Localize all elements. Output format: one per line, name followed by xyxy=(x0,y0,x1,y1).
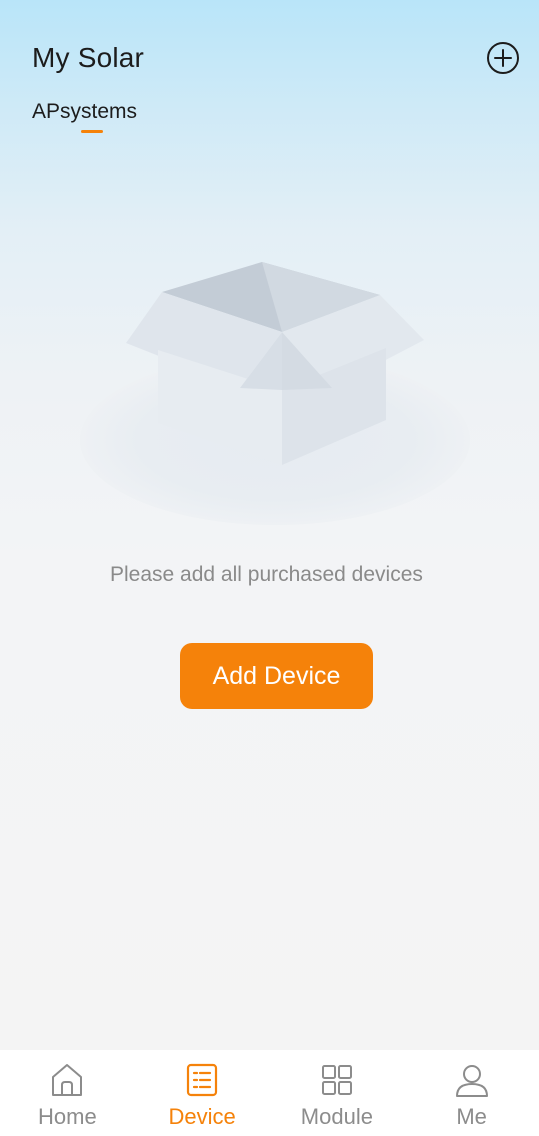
active-tab-indicator xyxy=(81,130,103,133)
nav-item-module[interactable]: Module xyxy=(270,1050,405,1136)
module-grid-icon xyxy=(321,1065,352,1095)
device-screen: My Solar APsystems Please add all purcha… xyxy=(0,0,539,1136)
tab-apsystems[interactable]: APsystems xyxy=(32,100,137,124)
nav-label-me: Me xyxy=(456,1104,487,1129)
nav-item-device[interactable]: Device xyxy=(135,1050,270,1136)
device-list-icon xyxy=(187,1063,218,1097)
nav-label-device: Device xyxy=(168,1104,236,1129)
nav-label-home: Home xyxy=(38,1104,97,1129)
bottom-nav: Home Device Module Me xyxy=(0,1050,539,1136)
empty-box-icon xyxy=(70,240,470,540)
header: My Solar APsystems xyxy=(0,0,539,150)
user-icon xyxy=(455,1065,488,1097)
nav-item-me[interactable]: Me xyxy=(404,1050,539,1136)
empty-state-message: Please add all purchased devices xyxy=(110,563,423,586)
home-icon xyxy=(52,1064,83,1096)
page-title: My Solar xyxy=(32,42,145,73)
plus-circle-icon[interactable] xyxy=(486,41,520,75)
nav-label-module: Module xyxy=(300,1104,373,1129)
nav-item-home[interactable]: Home xyxy=(0,1050,135,1136)
add-device-button[interactable]: Add Device xyxy=(180,643,373,709)
